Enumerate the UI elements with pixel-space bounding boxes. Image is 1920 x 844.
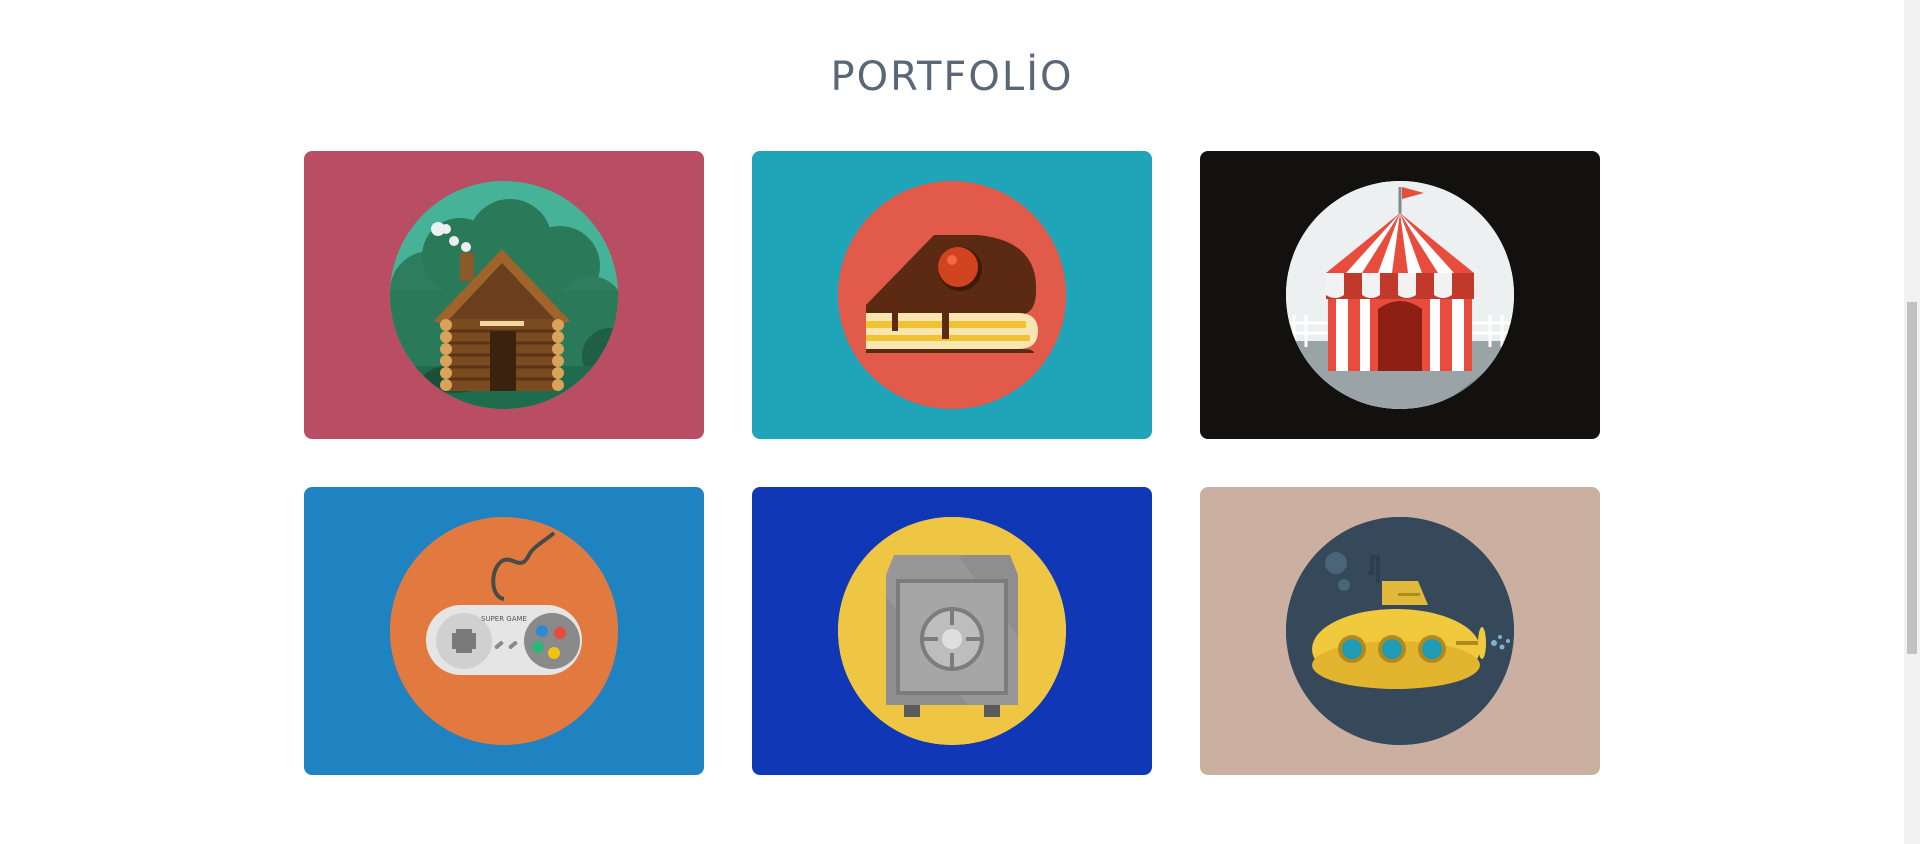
portfolio-item-safe[interactable] — [752, 487, 1152, 775]
portfolio-item-controller[interactable]: SUPER GAME — [304, 487, 704, 775]
scrollbar-thumb[interactable] — [1907, 302, 1917, 654]
circus-tent-icon — [1286, 181, 1514, 409]
portfolio-item-cabin[interactable] — [304, 151, 704, 439]
controller-label: SUPER GAME — [481, 615, 527, 623]
portfolio-item-submarine[interactable] — [1200, 487, 1600, 775]
submarine-icon — [1286, 517, 1514, 745]
portfolio-item-cake[interactable] — [752, 151, 1152, 439]
page-scrollbar[interactable] — [1904, 0, 1920, 844]
cake-slice-icon — [838, 181, 1066, 409]
log-cabin-icon — [390, 181, 618, 409]
safe-icon — [838, 517, 1066, 745]
portfolio-item-circus[interactable] — [1200, 151, 1600, 439]
game-controller-icon: SUPER GAME — [390, 517, 618, 745]
page-title: PORTFOLİO — [830, 54, 1074, 100]
